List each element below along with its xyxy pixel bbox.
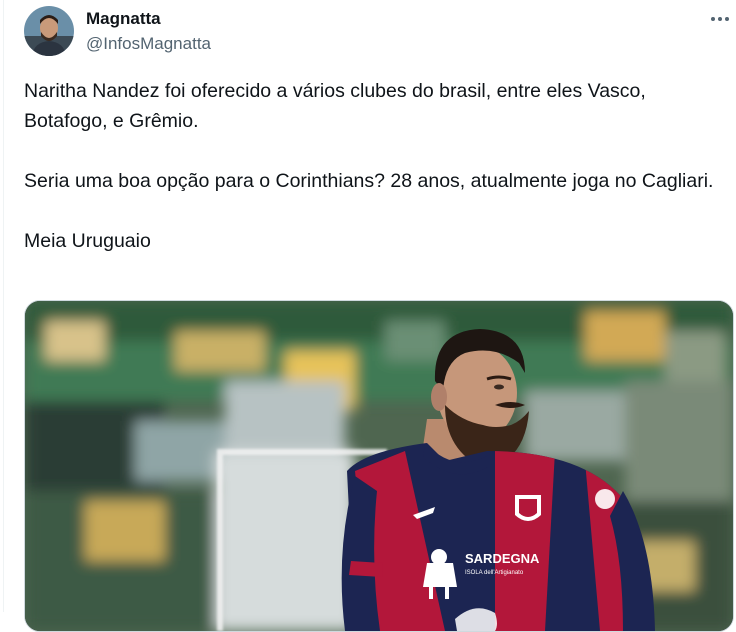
shirt-sponsor-text: SARDEGNA (465, 551, 540, 566)
more-options-button[interactable] (706, 7, 734, 31)
tweet-paragraph-1: Naritha Nandez foi oferecido a vários cl… (24, 80, 652, 132)
football-player-photo: SARDEGNA ISOLA dell'Artigianato (25, 301, 733, 631)
paragraph-spacer (24, 196, 724, 226)
paragraph-spacer (24, 136, 724, 166)
author-avatar[interactable] (24, 6, 74, 56)
author-handle[interactable]: @InfosMagnatta (86, 33, 211, 55)
author-name[interactable]: Magnatta (86, 8, 161, 30)
tweet-text: Naritha Nandez foi oferecido a vários cl… (24, 76, 724, 256)
shirt-sponsor-subtext: ISOLA dell'Artigianato (465, 570, 524, 576)
timeline-border (3, 0, 4, 612)
more-horizontal-icon (711, 17, 729, 21)
tweet-paragraph-3: Meia Uruguaio (24, 230, 151, 252)
tweet-paragraph-2: Seria uma boa opção para o Corinthians? … (24, 170, 714, 192)
tweet-media-image[interactable]: SARDEGNA ISOLA dell'Artigianato (24, 300, 734, 632)
